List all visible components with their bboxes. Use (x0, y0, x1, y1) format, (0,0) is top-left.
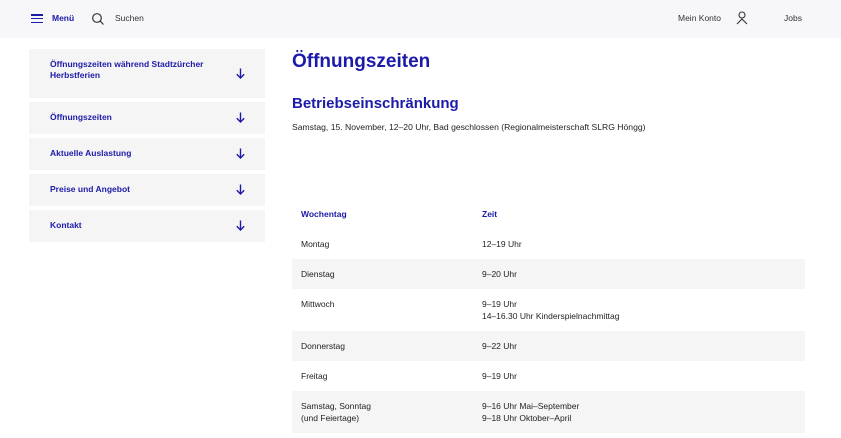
cell-day: Donnerstag (301, 341, 345, 351)
cell-time-line: 14–16.30 Uhr Kinderspielnachmittag (482, 311, 620, 321)
sidebar-item-label: Preise und Angebot (50, 184, 130, 194)
table-row: Montag 12–19 Uhr (292, 229, 805, 259)
column-header-day: Wochentag (301, 208, 347, 219)
cell-day: Freitag (301, 371, 328, 381)
user-icon[interactable] (736, 11, 748, 25)
cell-day: Samstag, Sonntag (und Feiertage) (292, 391, 482, 433)
section-title: Betriebseinschränkung (292, 95, 459, 112)
top-bar: Menü Suchen Mein Konto Jobs (0, 0, 841, 38)
cell-time-line: 9–18 Uhr Oktober–April (482, 413, 572, 423)
arrow-down-icon (236, 220, 245, 231)
menu-button[interactable]: Menü (52, 13, 74, 23)
cell-day: Mittwoch (301, 299, 335, 309)
cell-time: 12–19 Uhr (482, 239, 522, 249)
table-row: Dienstag 9–20 Uhr (292, 259, 805, 289)
cell-time: 9–19 Uhr 14–16.30 Uhr Kinderspielnachmit… (482, 289, 805, 331)
notice-text: Samstag, 15. November, 12–20 Uhr, Bad ge… (292, 122, 646, 132)
cell-time: 9–20 Uhr (482, 269, 517, 279)
account-link[interactable]: Mein Konto (678, 13, 721, 23)
arrow-down-icon (236, 68, 245, 79)
cell-time: 9–19 Uhr (482, 371, 517, 381)
arrow-down-icon (236, 112, 245, 123)
table-row: Mittwoch 9–19 Uhr 14–16.30 Uhr Kinderspi… (292, 289, 805, 331)
opening-hours-table: Wochentag Zeit Montag 12–19 Uhr Dienstag… (292, 198, 805, 433)
sidebar-item-preise[interactable]: Preise und Angebot (29, 174, 265, 206)
main-content: Öffnungszeiten Betriebseinschränkung Sam… (292, 50, 805, 135)
table-row: Donnerstag 9–22 Uhr (292, 331, 805, 361)
cell-day: Montag (301, 239, 330, 249)
jobs-link[interactable]: Jobs (784, 13, 802, 23)
table-row: Freitag 9–19 Uhr (292, 361, 805, 391)
column-header-time: Zeit (482, 208, 498, 219)
hamburger-icon[interactable] (31, 14, 43, 23)
cell-day-line: Samstag, Sonntag (301, 401, 371, 411)
sidebar-item-auslastung[interactable]: Aktuelle Auslastung (29, 138, 265, 170)
sidebar-item-kontakt[interactable]: Kontakt (29, 210, 265, 242)
cell-time: 9–22 Uhr (482, 341, 517, 351)
sidebar-item-label: Kontakt (50, 220, 82, 230)
arrow-down-icon (236, 184, 245, 195)
sidebar-item-label: Öffnungszeiten während Stadtzürcher Herb… (50, 59, 204, 80)
sidebar-item-label: Aktuelle Auslastung (50, 148, 132, 158)
cell-time: 9–16 Uhr Mai–September 9–18 Uhr Oktober–… (482, 391, 805, 433)
arrow-down-icon (236, 148, 245, 159)
search-button[interactable]: Suchen (115, 13, 144, 23)
sidebar-item-herbstferien[interactable]: Öffnungszeiten während Stadtzürcher Herb… (29, 49, 265, 98)
cell-time-line: 9–16 Uhr Mai–September (482, 401, 580, 411)
sidebar-nav: Öffnungszeiten während Stadtzürcher Herb… (29, 49, 265, 246)
search-icon[interactable] (91, 12, 105, 26)
table-row: Samstag, Sonntag (und Feiertage) 9–16 Uh… (292, 391, 805, 433)
cell-time-line: 9–19 Uhr (482, 299, 517, 309)
cell-day-line: (und Feiertage) (301, 413, 360, 423)
cell-day: Dienstag (301, 269, 335, 279)
sidebar-item-oeffnungszeiten[interactable]: Öffnungszeiten (29, 102, 265, 134)
table-header: Wochentag Zeit (292, 198, 805, 229)
sidebar-item-label: Öffnungszeiten (50, 112, 112, 122)
page-title: Öffnungszeiten (292, 51, 431, 72)
